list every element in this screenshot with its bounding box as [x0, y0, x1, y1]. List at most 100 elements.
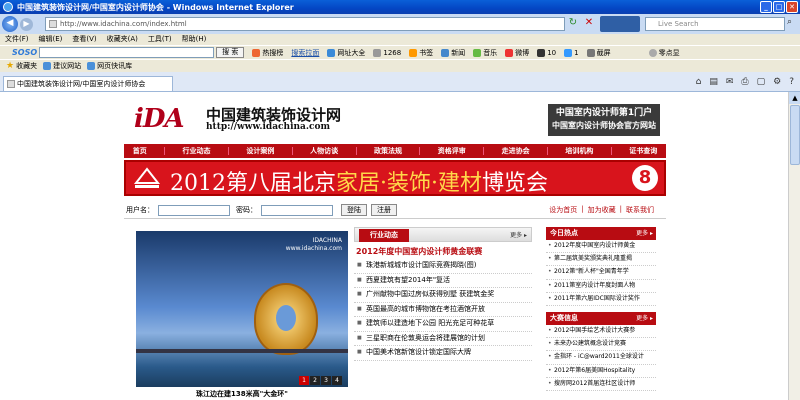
competition-item[interactable]: 金指环 - iC@ward2011全球设计	[546, 351, 656, 365]
toolbar-noodle[interactable]: 搜索拉面	[291, 48, 319, 58]
tab-bar: 中国建筑装饰设计网/中国室内设计师协会 ⌂ ▤ ✉ ⎙ ▢ ⚙ ?	[0, 72, 800, 92]
menu-tools[interactable]: 工具(T)	[143, 34, 177, 45]
menu-view[interactable]: 查看(V)	[67, 34, 101, 45]
expo-banner[interactable]: 2012第八届北京家居·装饰·建材博览会 8	[124, 160, 666, 196]
username-input[interactable]	[158, 204, 230, 216]
toolbar-screenshot[interactable]: 截屏	[586, 48, 611, 58]
competitions-more-link[interactable]: 更多 ▸	[636, 312, 653, 325]
toolbar-qq[interactable]: 10	[537, 48, 556, 57]
add-favorite-link[interactable]: 加为收藏	[588, 205, 616, 215]
nav-policy[interactable]: 政策法规	[374, 146, 402, 156]
minimize-button[interactable]: _	[760, 1, 772, 13]
refresh-icon[interactable]: ↻	[566, 17, 580, 31]
vertical-scrollbar[interactable]: ▲	[788, 92, 800, 400]
news-item[interactable]: 西夏建筑有望2014年"复活	[354, 274, 532, 288]
hot-topic-item[interactable]: 2012年度中国室内设计师黄金	[546, 240, 656, 254]
tab-current[interactable]: 中国建筑装饰设计网/中国室内设计师协会	[3, 76, 173, 91]
home-icon[interactable]: ⌂	[696, 77, 702, 87]
toolbar-alert[interactable]: 1	[564, 48, 579, 57]
hot-topic-item[interactable]: 2011第室内设计年度封面人物	[546, 280, 656, 293]
toolbar-music[interactable]: 音乐	[473, 48, 497, 58]
news-panel: 行业动态 更多 ▸ 2012年度中国室内设计师黄金联赛 珠港新城城市设计国际竞赛…	[354, 227, 532, 400]
toolbar-weibo[interactable]: 微博	[505, 48, 529, 58]
news-item[interactable]: 珠港新城城市设计国际竞赛揭晓(图)	[354, 259, 532, 274]
nav-association[interactable]: 走进协会	[502, 146, 530, 156]
site-nav: 首页 行业动态 设计案例 人物访谈 政策法规 资格评审 走进协会 培训机构 证书…	[124, 144, 666, 158]
nav-home[interactable]: 首页	[133, 146, 147, 156]
maximize-button[interactable]: □	[773, 1, 785, 13]
hot-topic-item[interactable]: 2011年第六届IDC国际设计奖作	[546, 293, 656, 307]
contact-us-link[interactable]: 联系我们	[626, 205, 654, 215]
hot-topic-item[interactable]: 2012第"新人杯"全国青年学	[546, 266, 656, 280]
set-homepage-link[interactable]: 设为首页	[549, 205, 577, 215]
hot-topics-more-link[interactable]: 更多 ▸	[636, 227, 653, 240]
news-item[interactable]: 三星职商在伦敦奥运会将建展馆的计划	[354, 332, 532, 346]
toolbar-news[interactable]: 新闻	[441, 48, 465, 58]
toolbar-hot-search[interactable]: 热搜榜	[252, 48, 283, 58]
mail-icon[interactable]: ✉	[726, 77, 734, 87]
site-logo[interactable]: iDA	[134, 104, 185, 134]
news-item[interactable]: 英国最高的城市博物馆在考拉酒馆开放	[354, 303, 532, 317]
nav-cases[interactable]: 设计案例	[246, 146, 274, 156]
soso-search-button[interactable]: 搜 索	[216, 47, 245, 58]
slide-page-4[interactable]: 4	[332, 376, 342, 385]
side-panel: 今日热点 更多 ▸ 2012年度中国室内设计师黄金 第二届筑美奖颁奖典礼隆重揭 …	[546, 227, 656, 400]
competition-item[interactable]: 2012中国手绘艺术设计大赛参	[546, 325, 656, 339]
news-item[interactable]: 广州献物中国过房似获得别墅 获建筑金奖	[354, 288, 532, 303]
url-input[interactable]: http://www.idachina.com/index.html	[45, 17, 565, 31]
fav-suggested-sites[interactable]: 建议网站	[43, 61, 81, 71]
nav-industry[interactable]: 行业动态	[183, 146, 211, 156]
print-icon[interactable]: ⎙	[741, 77, 748, 87]
link-divider: |	[581, 205, 584, 213]
competition-item[interactable]: 搜房网2012首届连杜区设计师	[546, 378, 656, 392]
slide-page-2[interactable]: 2	[310, 376, 320, 385]
nav-qualification[interactable]: 资格评审	[438, 146, 466, 156]
soso-search-input[interactable]	[39, 47, 215, 58]
nav-training[interactable]: 培训机构	[565, 146, 593, 156]
search-icon[interactable]: ⌕	[787, 17, 792, 27]
page-icon	[43, 62, 52, 70]
menu-file[interactable]: 文件(F)	[0, 34, 34, 45]
photo-caption[interactable]: 珠江边在建138米高"大金环"	[136, 387, 348, 400]
photo-watermark-url: www.idachina.com	[285, 245, 342, 252]
page-menu-icon[interactable]: ▢	[757, 77, 766, 87]
news-headline[interactable]: 2012年度中国室内设计师黄金联赛	[356, 246, 532, 257]
fav-web-slices[interactable]: 网页快讯库	[87, 61, 132, 71]
menu-edit[interactable]: 编辑(E)	[34, 34, 68, 45]
news-item[interactable]: 建筑师以建造地下公园 阳光充足可种花草	[354, 317, 532, 332]
nav-interviews[interactable]: 人物访谈	[310, 146, 338, 156]
forward-button[interactable]: ▶	[20, 17, 33, 31]
tools-menu-icon[interactable]: ⚙	[773, 77, 781, 87]
menu-favorites[interactable]: 收藏夹(A)	[102, 34, 143, 45]
feeds-icon[interactable]: ▤	[709, 77, 718, 87]
close-button[interactable]: ✕	[786, 1, 798, 13]
slogan-line-2: 中国室内设计师协会官方网站	[552, 121, 656, 130]
slide-page-1[interactable]: 1	[299, 376, 309, 385]
news-more-link[interactable]: 更多 ▸	[510, 230, 527, 239]
live-search-input[interactable]: Live Search	[645, 17, 785, 31]
login-button[interactable]: 登陆	[341, 204, 367, 216]
password-input[interactable]	[261, 204, 333, 216]
toolbar-zero[interactable]: 零点显	[648, 48, 680, 58]
toolbar-bookmarks[interactable]: 书签	[409, 48, 433, 58]
toolbar-sites[interactable]: 网址大全	[327, 48, 365, 58]
news-item[interactable]: 中国美术馆新馆设计锁定国际大牌	[354, 346, 532, 361]
favorites-button[interactable]: ★ 收藏夹	[6, 61, 37, 71]
command-bar: ⌂ ▤ ✉ ⎙ ▢ ⚙ ?	[696, 77, 794, 87]
scroll-thumb[interactable]	[790, 105, 800, 165]
competition-item[interactable]: 未来办公建筑概念设计竞赛	[546, 338, 656, 352]
tab-industry-news[interactable]: 行业动态	[359, 229, 409, 242]
competition-item[interactable]: 2012年第6届美国Hospitality	[546, 365, 656, 378]
nav-certificate[interactable]: 证书查询	[629, 146, 657, 156]
slide-page-3[interactable]: 3	[321, 376, 331, 385]
featured-photo[interactable]: IDACHINA www.idachina.com 1 2 3 4 珠江边在建1…	[136, 231, 348, 400]
register-button[interactable]: 注册	[371, 204, 397, 216]
menu-help[interactable]: 帮助(H)	[177, 34, 212, 45]
scroll-up-icon[interactable]: ▲	[789, 92, 800, 104]
stop-icon[interactable]: ✕	[582, 17, 596, 31]
back-button[interactable]: ◀	[2, 16, 18, 32]
hot-topic-item[interactable]: 第二届筑美奖颁奖典礼隆重揭	[546, 253, 656, 267]
help-icon[interactable]: ?	[789, 77, 794, 87]
banner-badge: 8	[632, 165, 658, 191]
toolbar-mail[interactable]: 1268	[373, 48, 401, 57]
